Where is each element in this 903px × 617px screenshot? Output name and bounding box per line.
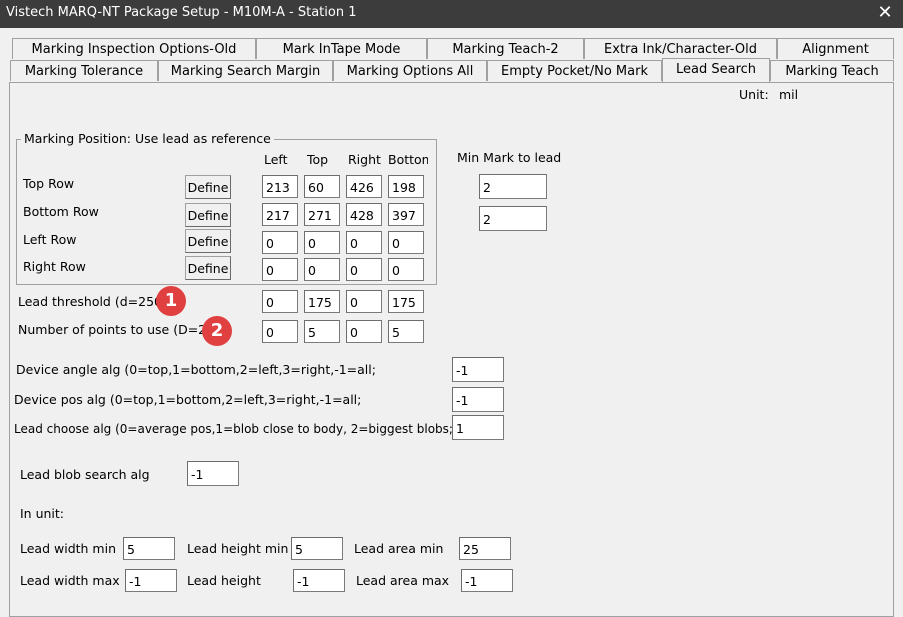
lead-choose-label: Lead choose alg (0=average pos,1=blob cl…	[14, 422, 453, 436]
lead-height-input[interactable]	[293, 569, 345, 592]
device-pos-input[interactable]	[452, 387, 504, 412]
marking-position-title: Marking Position: Use lead as reference	[21, 131, 274, 146]
lead-threshold-top-input[interactable]	[304, 290, 340, 313]
num-points-top-input[interactable]	[304, 320, 340, 343]
bottom-row-define-button[interactable]: Define	[185, 203, 231, 227]
left-row-left-input[interactable]	[262, 231, 298, 254]
min-mark-input-2[interactable]	[479, 206, 547, 231]
lead-height-min-input[interactable]	[291, 537, 343, 560]
min-mark-label: Min Mark to lead	[457, 150, 562, 165]
annotation-badge-2: 2	[202, 316, 232, 346]
left-row-right-input[interactable]	[346, 231, 382, 254]
col-bottom-header: Bottom	[388, 152, 428, 167]
right-row-bottom-input[interactable]	[388, 258, 424, 281]
top-row-label: Top Row	[23, 176, 75, 191]
bottom-row-left-input[interactable]	[262, 203, 298, 226]
right-row-right-input[interactable]	[346, 258, 382, 281]
lead-height-min-label: Lead height min	[187, 541, 289, 556]
num-points-label: Number of points to use (D=2)	[18, 322, 211, 337]
left-row-label: Left Row	[23, 232, 77, 247]
lead-width-min-input[interactable]	[123, 537, 175, 560]
bottom-row-top-input[interactable]	[304, 203, 340, 226]
annotation-badge-1: 1	[156, 286, 186, 316]
in-unit-label: In unit:	[20, 506, 65, 521]
lead-threshold-label: Lead threshold (d=250)	[18, 294, 167, 309]
num-points-right-input[interactable]	[346, 320, 382, 343]
lead-width-min-label: Lead width min	[20, 541, 117, 556]
device-angle-input[interactable]	[452, 357, 504, 382]
unit-label: Unit:	[739, 87, 769, 102]
right-row-define-button[interactable]: Define	[185, 256, 231, 280]
lead-blob-label: Lead blob search alg	[20, 467, 150, 482]
left-row-top-input[interactable]	[304, 231, 340, 254]
col-top-header: Top	[307, 152, 329, 167]
lead-threshold-right-input[interactable]	[346, 290, 382, 313]
unit-value: mil	[779, 87, 799, 102]
right-row-top-input[interactable]	[304, 258, 340, 281]
lead-height-label: Lead height	[187, 573, 261, 588]
left-row-define-button[interactable]: Define	[185, 229, 231, 253]
lead-width-max-label: Lead width max	[20, 573, 120, 588]
top-row-define-button[interactable]: Define	[185, 175, 231, 199]
lead-width-max-input[interactable]	[125, 569, 177, 592]
lead-choose-input[interactable]	[452, 415, 504, 440]
lead-area-min-input[interactable]	[459, 537, 511, 560]
top-row-right-input[interactable]	[346, 175, 382, 198]
col-right-header: Right	[348, 152, 381, 167]
bottom-row-right-input[interactable]	[346, 203, 382, 226]
right-row-label: Right Row	[23, 259, 86, 274]
device-angle-label: Device angle alg (0=top,1=bottom,2=left,…	[16, 362, 376, 377]
num-points-left-input[interactable]	[262, 320, 298, 343]
col-left-header: Left	[264, 152, 288, 167]
lead-threshold-left-input[interactable]	[262, 290, 298, 313]
lead-area-max-label: Lead area max	[356, 573, 450, 588]
bottom-row-label: Bottom Row	[23, 204, 99, 219]
lead-blob-input[interactable]	[187, 461, 239, 486]
min-mark-input-1[interactable]	[479, 174, 547, 199]
left-row-bottom-input[interactable]	[388, 231, 424, 254]
num-points-bottom-input[interactable]	[388, 320, 424, 343]
lead-area-min-label: Lead area min	[354, 541, 444, 556]
top-row-left-input[interactable]	[262, 175, 298, 198]
device-pos-label: Device pos alg (0=top,1=bottom,2=left,3=…	[14, 392, 362, 407]
right-row-left-input[interactable]	[262, 258, 298, 281]
top-row-bottom-input[interactable]	[388, 175, 424, 198]
bottom-row-bottom-input[interactable]	[388, 203, 424, 226]
lead-threshold-bottom-input[interactable]	[388, 290, 424, 313]
top-row-top-input[interactable]	[304, 175, 340, 198]
lead-area-max-input[interactable]	[461, 569, 513, 592]
